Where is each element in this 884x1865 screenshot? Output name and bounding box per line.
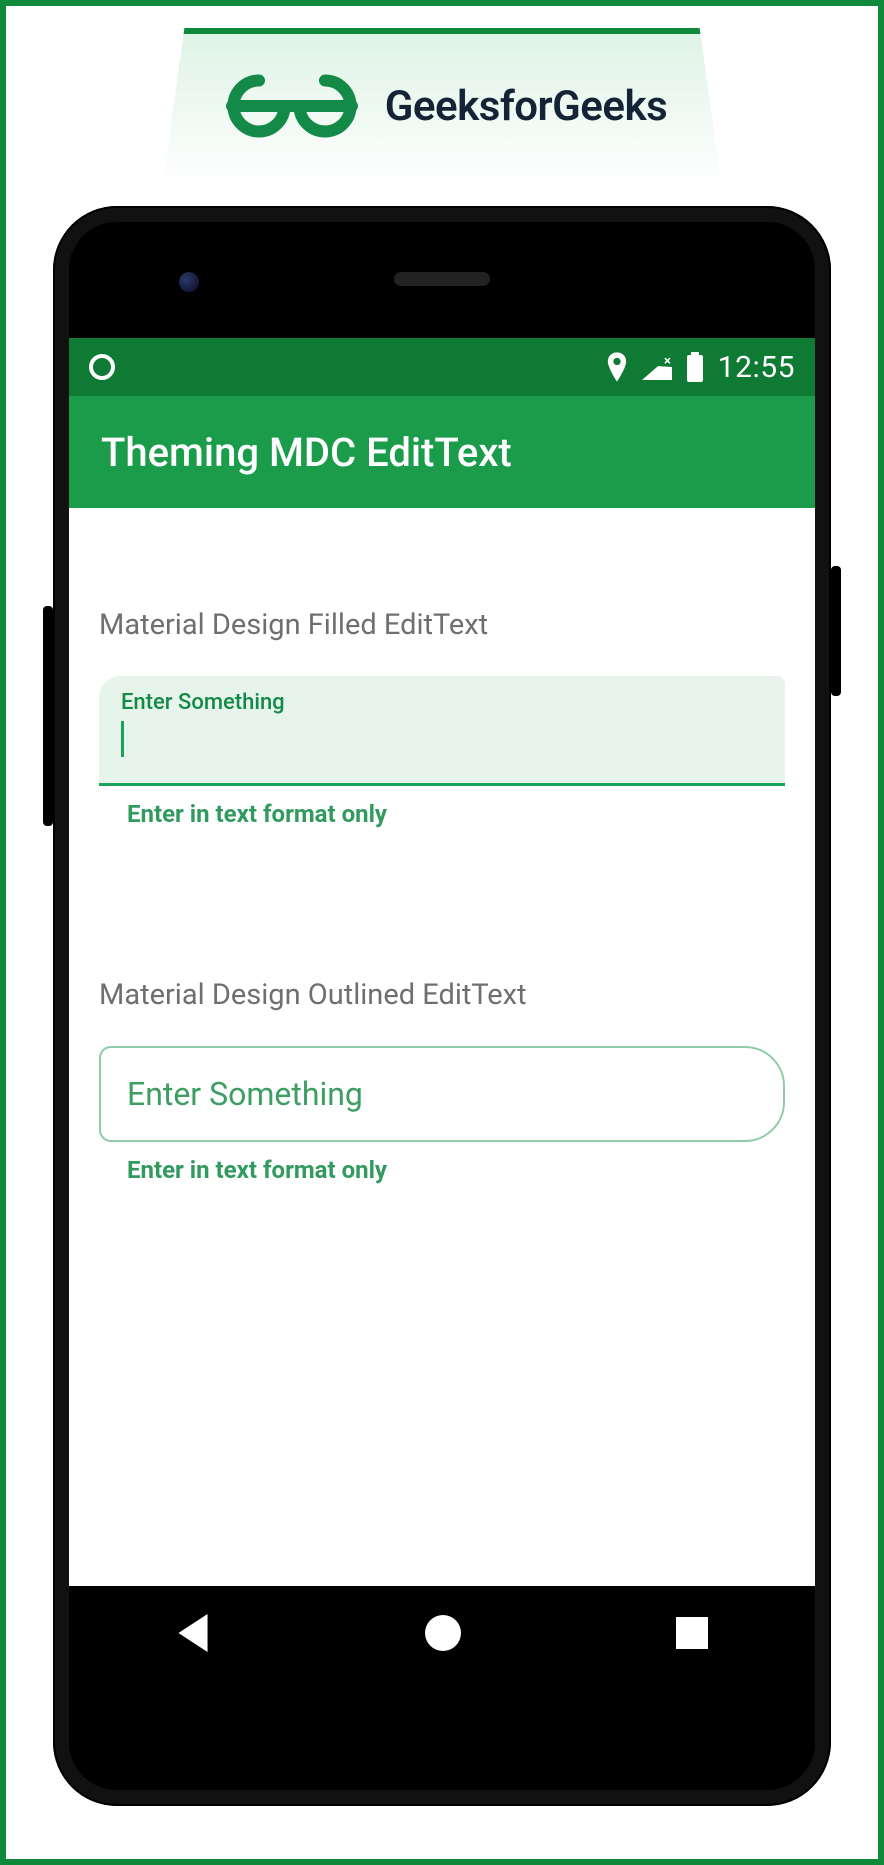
app-bar: Theming MDC EditText	[69, 396, 815, 508]
app-title: Theming MDC EditText	[101, 429, 512, 476]
filled-edittext[interactable]: Enter Something	[99, 676, 785, 786]
outlined-helper-text: Enter in text format only	[127, 1156, 785, 1184]
volume-button	[43, 606, 53, 826]
device-forehead	[69, 222, 815, 338]
brand-row: GeeksforGeeks	[217, 70, 668, 142]
brand-header: GeeksforGeeks	[6, 6, 878, 206]
gfg-logo-icon	[217, 70, 367, 142]
content-area: Material Design Filled EditText Enter So…	[69, 508, 815, 1590]
device-frame: × 12:55 Theming MDC EditText Material De…	[53, 206, 831, 1806]
statusbar: × 12:55	[69, 338, 815, 396]
speaker-grille-icon	[394, 272, 490, 286]
svg-text:×: ×	[664, 354, 671, 369]
outlined-edittext[interactable]: Enter Something	[99, 1046, 785, 1142]
nav-bar	[69, 1586, 815, 1680]
filled-section-label: Material Design Filled EditText	[99, 608, 785, 642]
nav-recent-button[interactable]	[676, 1617, 708, 1649]
brand-name: GeeksforGeeks	[385, 82, 668, 131]
device-chin	[69, 1680, 815, 1790]
system-indicator-icon	[89, 354, 115, 380]
location-icon	[606, 352, 628, 382]
signal-icon: ×	[642, 354, 672, 380]
statusbar-clock: 12:55	[718, 350, 795, 385]
screen: × 12:55 Theming MDC EditText Material De…	[69, 338, 815, 1590]
filled-hint-label: Enter Something	[121, 690, 763, 715]
power-button	[831, 566, 841, 696]
outlined-section-label: Material Design Outlined EditText	[99, 978, 785, 1012]
filled-helper-text: Enter in text format only	[127, 800, 785, 828]
nav-home-button[interactable]	[425, 1615, 461, 1651]
text-cursor-icon	[121, 721, 124, 757]
front-camera-icon	[179, 272, 199, 292]
battery-icon	[686, 352, 704, 382]
outlined-hint-label: Enter Something	[127, 1075, 363, 1113]
nav-back-button[interactable]	[176, 1614, 210, 1652]
